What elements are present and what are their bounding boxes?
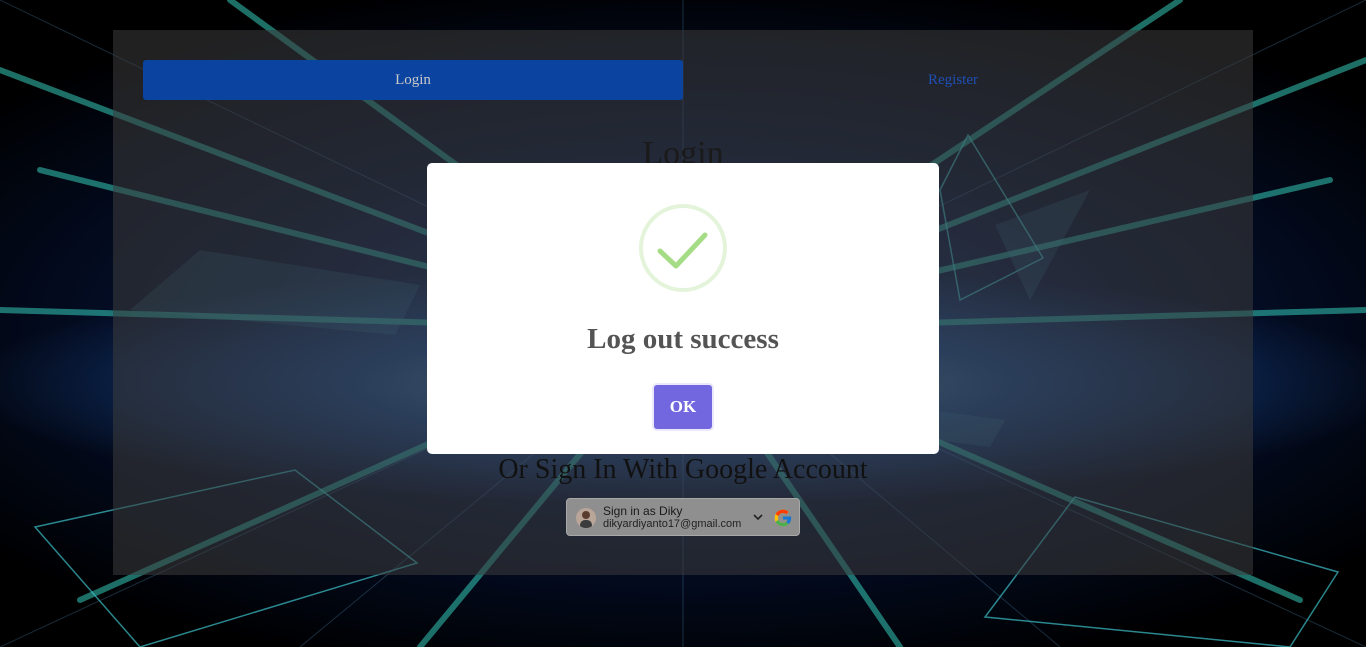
- dialog-title: Log out success: [587, 323, 779, 355]
- success-check-icon: [639, 204, 727, 292]
- alert-dialog: Log out success OK: [427, 163, 939, 454]
- ok-button[interactable]: OK: [654, 385, 712, 429]
